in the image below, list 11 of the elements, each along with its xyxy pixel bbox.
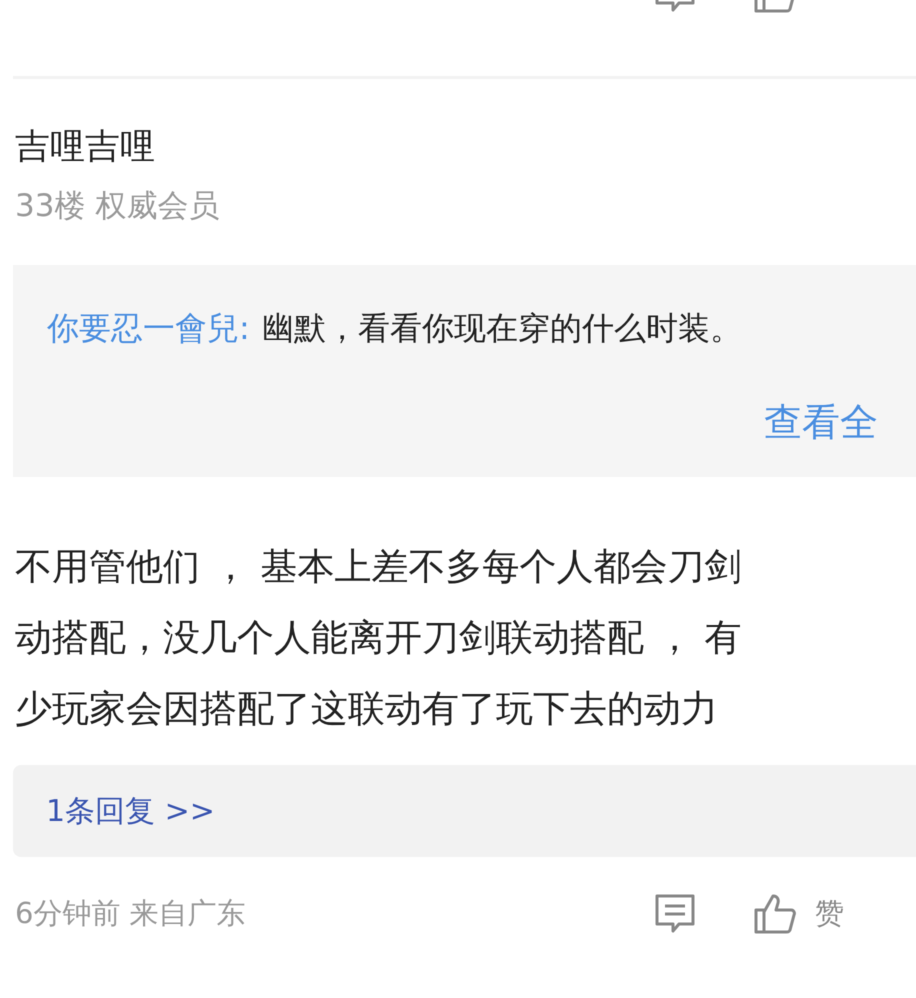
quote-author[interactable]: 你要忍一會兒: bbox=[47, 309, 250, 347]
view-all-link[interactable]: 查看全 bbox=[764, 399, 878, 445]
like-button[interactable]: 赞 bbox=[815, 894, 844, 934]
comment-text: 不用管他们 ， 基本上差不多每个人都会刀剑 bbox=[15, 544, 743, 590]
comment-meta: 6分钟前 来自广东 bbox=[15, 895, 246, 932]
author-subtitle: 33楼 权威会员 bbox=[14, 187, 220, 226]
comment-text: 动搭配，没几个人能离开刀剑联动搭配 ， 有 bbox=[15, 615, 743, 661]
replies-link[interactable]: 1条回复 >> bbox=[13, 765, 916, 857]
author-name: 吉哩吉哩 bbox=[14, 126, 156, 169]
quote-text: 幽默，看看你现在穿的什么时装。 bbox=[262, 309, 742, 347]
comment-text: 少玩家会因搭配了这联动有了玩下去的动力 bbox=[15, 686, 719, 732]
